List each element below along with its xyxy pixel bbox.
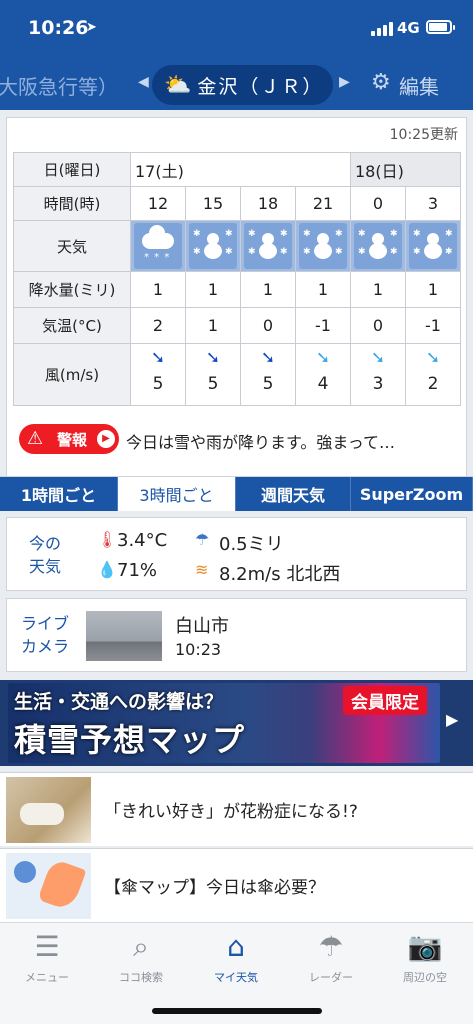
current-weather-label: 今の 天気 <box>29 534 62 576</box>
prev-arrow-icon[interactable]: ◀ <box>138 74 149 90</box>
live-camera-thumbnail <box>86 611 162 661</box>
menu-icon: ☰ <box>34 930 60 963</box>
wind-arrow-icon: ➘ <box>315 348 331 368</box>
current-precip: 0.5ミリ <box>219 534 284 555</box>
thermometer-icon: 🌡 <box>97 530 118 549</box>
battery-icon <box>426 20 455 34</box>
home-icon: ⌂ <box>227 930 245 963</box>
news-thumbnail <box>6 853 91 919</box>
location-name: 金沢（ＪＲ） <box>197 75 324 98</box>
wind-arrow-icon: ➘ <box>370 348 386 368</box>
wind-arrow-icon: ➘ <box>260 348 276 368</box>
tab-superzoom[interactable]: SuperZoom <box>351 477 473 511</box>
day1-label: 17(土) <box>130 152 351 187</box>
forecast-table: 日(曜日) 17(土) 18(日) 時間(時) 12 15 18 21 0 3 … <box>13 152 461 406</box>
gear-icon[interactable]: ⚙ <box>371 70 391 95</box>
row-wind: 風(m/s) ➘ 5 ➘ 5 ➘ 5 ➘ 4 ➘ 3 ➘ 2 <box>13 343 461 406</box>
current-humidity: 71% <box>117 560 158 581</box>
forecast-tabs: 1時間ごと 3時間ごと 週間天気 SuperZoom <box>0 476 473 511</box>
network-type: 4G <box>397 19 420 37</box>
news-title: 「きれい好き」が花粉症になる!? <box>104 802 358 822</box>
signal-icon <box>371 22 393 36</box>
live-camera-card[interactable]: ライブ カメラ 白山市 10:23 <box>6 598 467 672</box>
camera-icon: 📷 <box>407 930 443 963</box>
tab-3hourly[interactable]: 3時間ごと <box>118 477 236 511</box>
wind-icon: ≋ <box>195 560 209 579</box>
news-title: 【傘マップ】今日は傘必要？ <box>104 878 325 898</box>
search-icon: ⌕ <box>133 930 149 963</box>
location-arrow-icon: ➤ <box>86 20 97 35</box>
wind-arrow-icon: ➘ <box>150 348 166 368</box>
nav-nearby-sky[interactable]: 📷 周辺の空 <box>378 929 472 985</box>
snowman-icon: ✱ ✱ ✱ ✱ <box>409 223 457 269</box>
banner-next-icon[interactable]: ▶ <box>446 710 458 729</box>
umbrella-icon: ☂ <box>318 930 344 963</box>
current-weather-card[interactable]: 今の 天気 🌡 3.4°C ☂ 0.5ミリ 💧 71% ≋ 8.2m/s 北北西 <box>6 517 467 591</box>
warning-label: 警報 <box>57 430 88 449</box>
forecast-card: 10:25更新 日(曜日) 17(土) 18(日) 時間(時) 12 15 18… <box>6 117 467 510</box>
nav-my-weather[interactable]: ⌂ マイ天気 <box>189 929 283 985</box>
row-hours: 時間(時) 12 15 18 21 0 3 <box>13 186 461 221</box>
current-wind: 8.2m/s 北北西 <box>219 564 341 585</box>
cloud-snow-icon: * * * <box>134 223 182 269</box>
current-location-pill[interactable]: ⛅ 金沢（ＪＲ） <box>152 65 333 105</box>
snowman-icon: ✱ ✱ ✱ ✱ <box>299 223 347 269</box>
news-item[interactable]: 「きれい好き」が花粉症になる!? <box>0 772 473 846</box>
snowman-icon: ✱ ✱ ✱ ✱ <box>189 223 237 269</box>
next-arrow-icon[interactable]: ▶ <box>339 74 350 90</box>
home-indicator <box>152 1008 322 1014</box>
nav-search[interactable]: ⌕ ココ検索 <box>94 929 188 985</box>
header-weather: 天気 <box>13 220 131 272</box>
edit-button[interactable]: 編集 <box>399 71 439 100</box>
header-temp: 気温(°C) <box>13 307 131 344</box>
snowman-icon: ✱ ✱ ✱ ✱ <box>244 223 292 269</box>
wind-arrow-icon: ➘ <box>205 348 221 368</box>
live-camera-city: 白山市 <box>175 616 229 637</box>
sun-cloud-icon: ⛅ <box>164 72 192 98</box>
warning-icon <box>27 428 45 449</box>
header-wind: 風(m/s) <box>13 343 131 406</box>
header-hour: 時間(時) <box>13 186 131 221</box>
warning-badge[interactable]: 警報 ▶ <box>19 424 119 454</box>
header-precip: 降水量(ミリ) <box>13 271 131 308</box>
news-item[interactable]: 【傘マップ】今日は傘必要？ <box>0 848 473 922</box>
members-only-badge: 会員限定 <box>343 686 427 715</box>
warning-text[interactable]: 今日は雪や雨が降ります。強まって… <box>126 429 456 453</box>
day2-label: 18(日) <box>350 152 461 187</box>
humidity-icon: 💧 <box>97 560 117 579</box>
wind-arrow-icon: ➘ <box>425 348 441 368</box>
nav-radar[interactable]: ☂ レーダー <box>284 929 378 985</box>
tab-weekly[interactable]: 週間天気 <box>236 477 351 511</box>
rain-cloud-icon: ☂ <box>195 530 210 549</box>
nav-menu[interactable]: ☰ メニュー <box>0 929 94 985</box>
live-camera-time: 10:23 <box>175 640 222 659</box>
status-bar: 10:26 ➤ 4G <box>0 0 473 62</box>
news-thumbnail <box>6 777 91 843</box>
row-weather: 天気 * * * ✱ ✱ ✱ ✱ ✱ ✱ ✱ ✱ ✱ ✱ ✱ ✱ ✱ ✱ ✱ ✱ ✱ ✱ ✱ ✱ <box>13 220 461 272</box>
snow-map-banner[interactable]: 生活・交通への影響は？ 積雪予想マップ 会員限定 ▶ <box>0 680 473 766</box>
live-camera-label: ライブ カメラ <box>21 614 70 656</box>
current-temp: 3.4°C <box>117 530 168 551</box>
header-date: 日(曜日) <box>13 152 131 187</box>
row-temp: 気温(°C) 2 1 0 -1 0 -1 <box>13 307 461 344</box>
banner-image: 生活・交通への影響は？ 積雪予想マップ 会員限定 <box>8 683 440 763</box>
chevron-right-icon: ▶ <box>97 430 115 448</box>
row-precip: 降水量(ミリ) 1 1 1 1 1 1 <box>13 271 461 308</box>
snowman-icon: ✱ ✱ ✱ ✱ <box>354 223 402 269</box>
banner-line1: 生活・交通への影響は？ <box>14 691 224 713</box>
prev-location[interactable]: 大阪急行等） <box>0 71 118 100</box>
tab-hourly[interactable]: 1時間ごと <box>0 477 118 511</box>
location-bar: 大阪急行等） ◀ ⛅ 金沢（ＪＲ） ▶ ⚙ 編集 <box>0 62 473 110</box>
banner-line2: 積雪予想マップ <box>14 721 246 759</box>
updated-time: 10:25更新 <box>389 127 458 143</box>
status-time: 10:26 <box>28 17 89 39</box>
